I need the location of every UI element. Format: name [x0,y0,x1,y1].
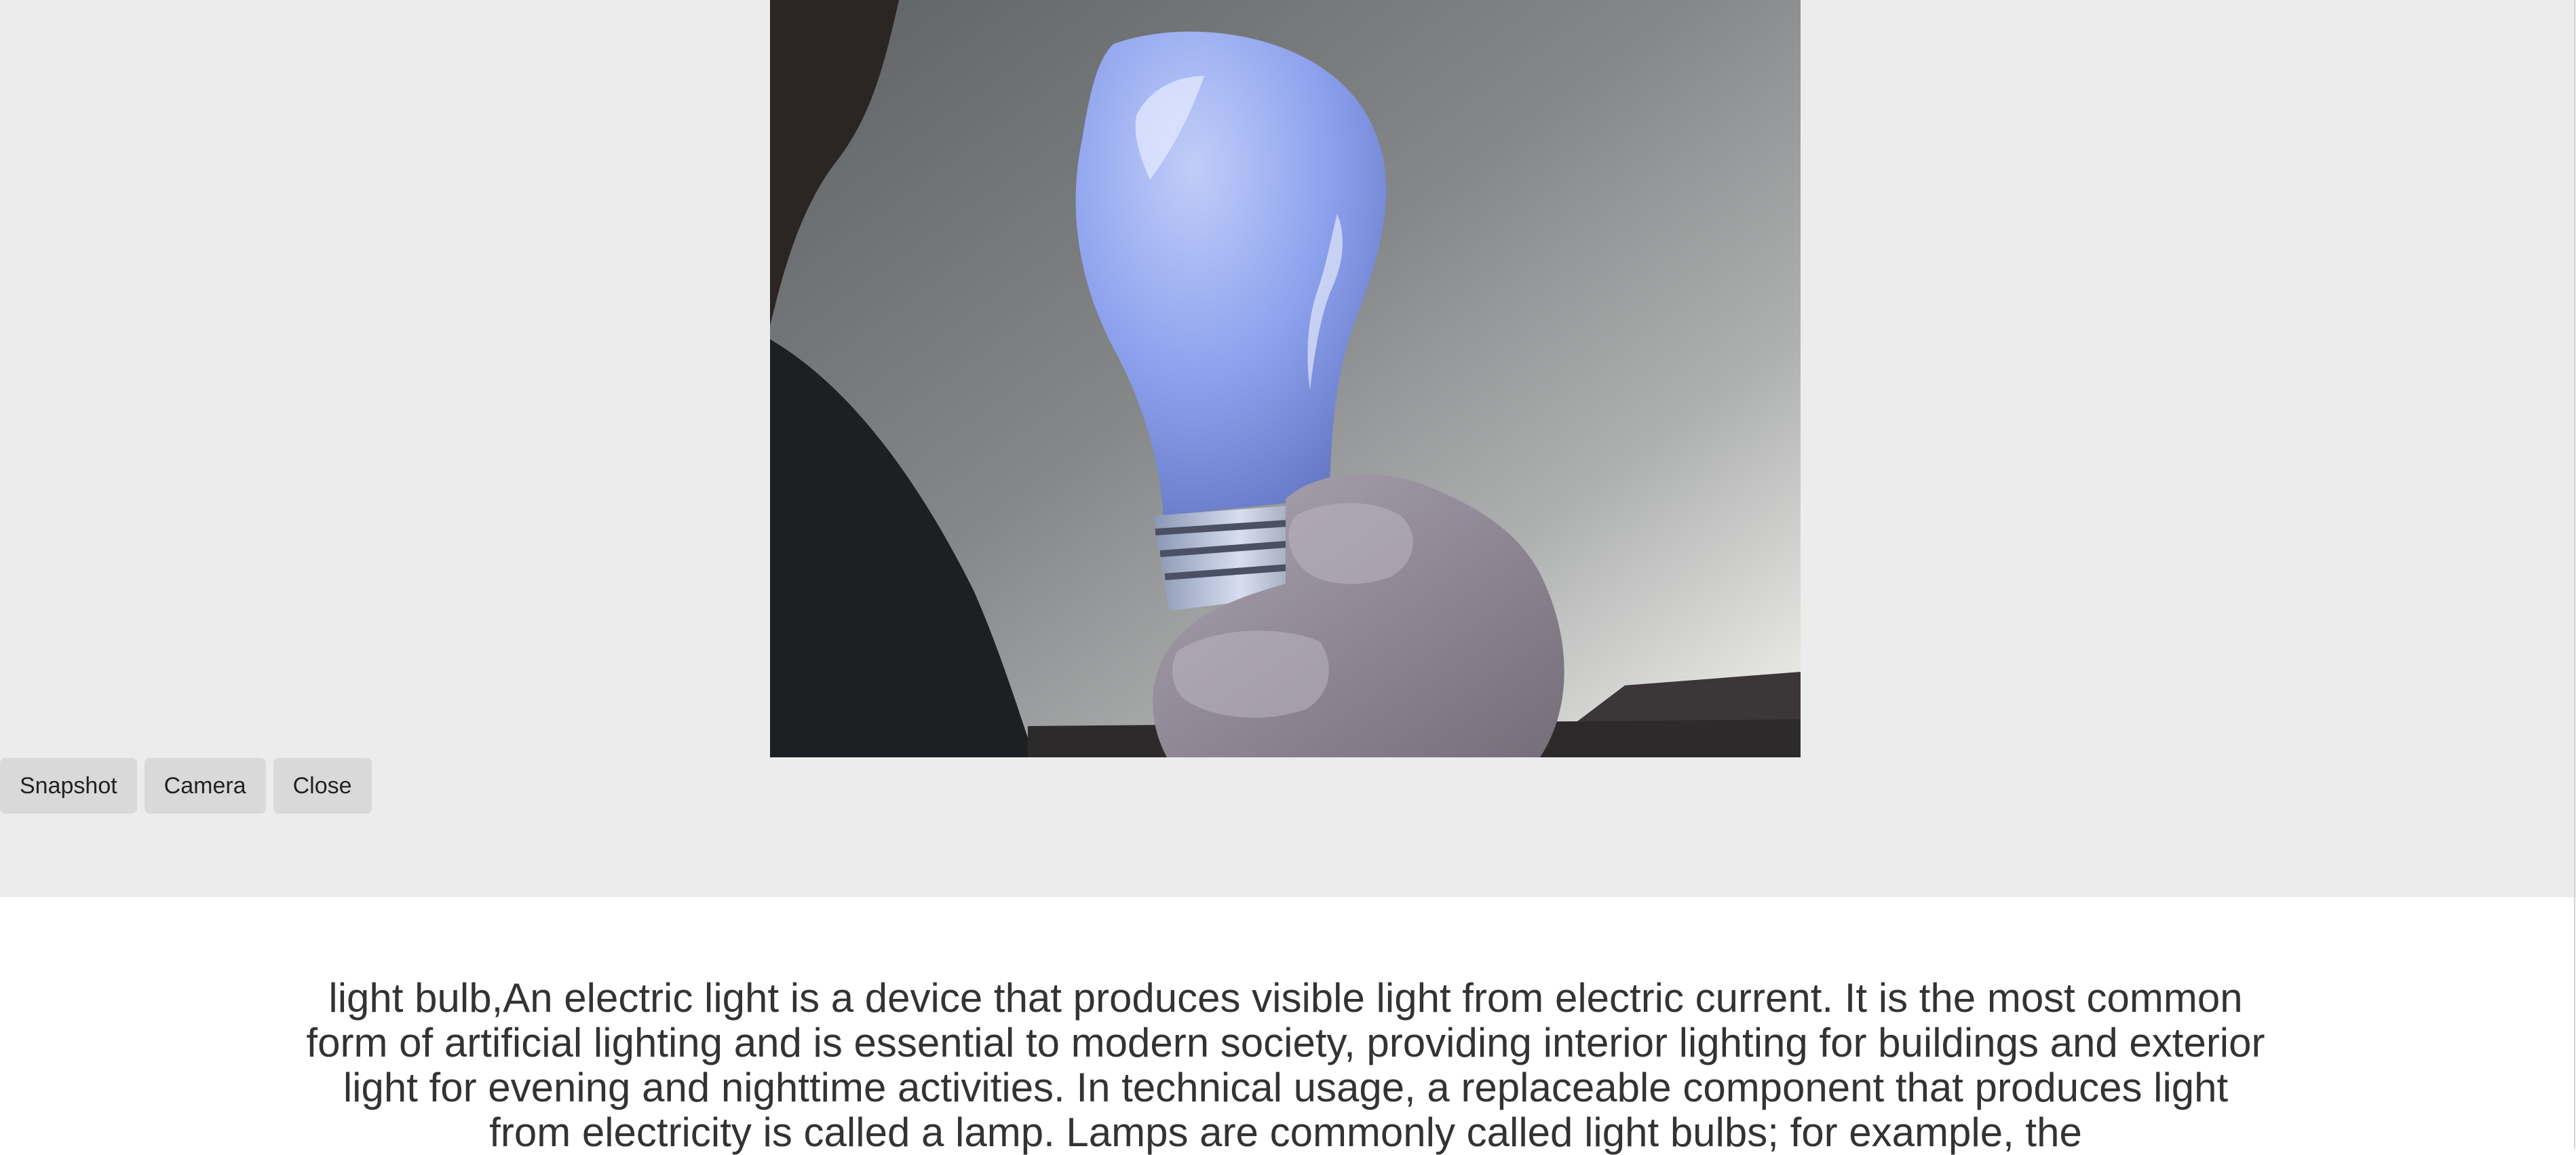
light-bulb-photo [770,0,1801,757]
camera-button[interactable]: Camera [144,758,266,814]
page-right-edge [2574,0,2575,1149]
camera-toolbar: Snapshot Camera Close [0,758,372,814]
camera-feed-image [770,0,1801,757]
snapshot-button[interactable]: Snapshot [0,758,137,814]
close-button[interactable]: Close [273,758,372,814]
camera-panel: Snapshot Camera Close [0,0,2576,897]
recognition-description: light bulb,An electric light is a device… [306,975,2265,1155]
